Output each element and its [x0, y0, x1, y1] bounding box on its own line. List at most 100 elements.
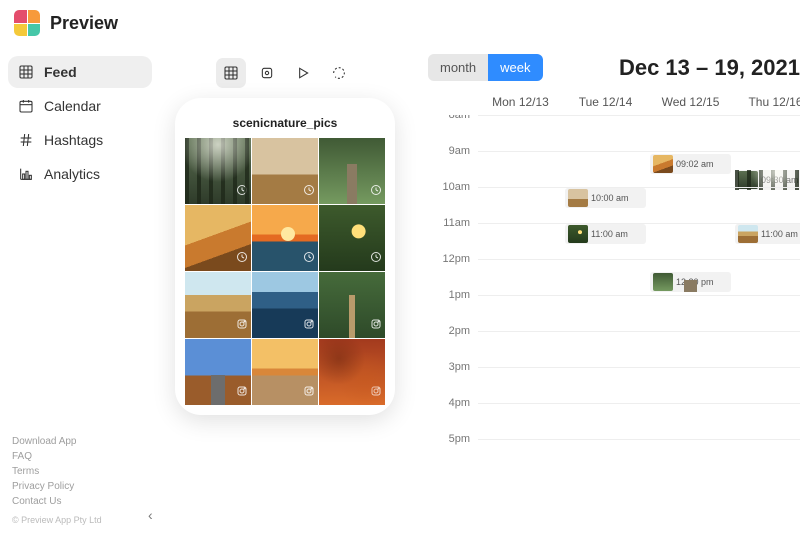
event-time: 10:00 am [591, 193, 629, 203]
day-header: Wed 12/15 [648, 95, 733, 109]
calendar-cell[interactable] [563, 439, 648, 475]
calendar-cell[interactable] [478, 115, 563, 151]
day-header: Tue 12/14 [563, 95, 648, 109]
calendar-cell[interactable] [478, 151, 563, 187]
calendar-cell[interactable]: 11:00 am [563, 223, 648, 259]
calendar-cell[interactable] [478, 439, 563, 475]
feed-tile[interactable] [185, 205, 251, 271]
feed-tile[interactable] [319, 205, 385, 271]
calendar-cell[interactable] [648, 331, 733, 367]
hour-label: 12pm [428, 253, 478, 289]
week-button[interactable]: week [488, 54, 542, 81]
calendar-cell[interactable]: 11:00 am [733, 223, 800, 259]
calendar-cell[interactable] [563, 331, 648, 367]
sidebar-item-hashtags[interactable]: Hashtags [8, 124, 152, 156]
calendar-cell[interactable] [478, 403, 563, 439]
calendar-cell[interactable]: 09:02 am [648, 151, 733, 187]
event-time: 11:00 am [591, 229, 628, 239]
hour-label: 5pm [428, 433, 478, 469]
calendar-cell[interactable] [733, 187, 800, 223]
feed-tile[interactable] [319, 138, 385, 204]
feed-tile[interactable] [252, 339, 318, 405]
month-button[interactable]: month [428, 54, 488, 81]
feed-tile[interactable] [252, 272, 318, 338]
calendar-cell[interactable] [648, 403, 733, 439]
footer-link[interactable]: Privacy Policy [12, 479, 148, 494]
calendar-cell[interactable] [648, 223, 733, 259]
calendar-cell[interactable] [478, 259, 563, 295]
event-thumb [568, 225, 588, 243]
calendar-cell[interactable]: 10:00 am [563, 187, 648, 223]
calendar-event[interactable]: 10:00 am [565, 188, 646, 208]
feed-tile[interactable] [185, 138, 251, 204]
calendar-cell[interactable] [733, 331, 800, 367]
sidebar-item-feed[interactable]: Feed [8, 56, 152, 88]
calendar-cell[interactable] [648, 187, 733, 223]
calendar-cell[interactable] [733, 115, 800, 151]
calendar-cell[interactable] [563, 115, 648, 151]
feed-tile[interactable] [319, 272, 385, 338]
calendar-cell[interactable] [733, 439, 800, 475]
calendar-cell[interactable] [563, 403, 648, 439]
calendar-cell[interactable]: 12:20 pm [648, 259, 733, 295]
instagram-icon [370, 317, 382, 335]
profile-name: scenicnature_pics [185, 116, 385, 130]
event-time: 09:02 am [676, 159, 714, 169]
calendar-event[interactable]: 12:20 pm [650, 272, 731, 292]
hour-label: 2pm [428, 325, 478, 361]
calendar-cell[interactable] [733, 367, 800, 403]
feed-tile[interactable] [185, 339, 251, 405]
feed-tile[interactable] [252, 138, 318, 204]
calendar-event[interactable]: 11:00 am [565, 224, 646, 244]
toolbar-grid-icon[interactable] [216, 58, 246, 88]
hour-label: 9am [428, 145, 478, 181]
footer-link[interactable]: Download App [12, 434, 148, 449]
instagram-icon [236, 384, 248, 402]
calendar-cell[interactable] [648, 295, 733, 331]
calendar-cell[interactable]: 09:30 am [733, 151, 800, 187]
calendar-cell[interactable] [478, 331, 563, 367]
phone-preview: scenicnature_pics [175, 98, 395, 415]
sidebar-item-calendar[interactable]: Calendar [8, 90, 152, 122]
calendar-grid: 8am9am09:02 am09:30 am10am10:00 am11am11… [428, 115, 800, 475]
footer-link[interactable]: Terms [12, 464, 148, 479]
calendar-cell[interactable] [478, 223, 563, 259]
calendar-cell[interactable] [733, 403, 800, 439]
event-thumb [738, 225, 758, 243]
calendar-cell[interactable] [648, 439, 733, 475]
calendar-cell[interactable] [478, 367, 563, 403]
day-header: Thu 12/16 [733, 95, 800, 109]
calendar-cell[interactable] [733, 295, 800, 331]
calendar-cell[interactable] [478, 295, 563, 331]
footer-link[interactable]: FAQ [12, 449, 148, 464]
event-thumb [653, 273, 673, 291]
calendar-cell[interactable] [733, 259, 800, 295]
instagram-icon [303, 317, 315, 335]
calendar-cell[interactable] [563, 367, 648, 403]
clock-icon [236, 183, 248, 201]
hour-label: 3pm [428, 361, 478, 397]
clock-icon [303, 250, 315, 268]
instagram-icon [303, 384, 315, 402]
calendar-cell[interactable] [563, 151, 648, 187]
calendar-cell[interactable] [478, 187, 563, 223]
sidebar-collapse-icon[interactable]: ‹ [148, 507, 153, 523]
toolbar-play-icon[interactable] [288, 58, 318, 88]
calendar-cell[interactable] [648, 367, 733, 403]
calendar-cell[interactable] [563, 295, 648, 331]
feed-tile[interactable] [319, 339, 385, 405]
day-header: Mon 12/13 [478, 95, 563, 109]
calendar-cell[interactable] [563, 259, 648, 295]
feed-tile[interactable] [252, 205, 318, 271]
calendar-event[interactable]: 11:00 am [735, 224, 800, 244]
calendar-event[interactable]: 09:02 am [650, 154, 731, 174]
toolbar-refresh-icon[interactable] [324, 58, 354, 88]
feed-column: scenicnature_pics [160, 54, 410, 533]
calendar-cell[interactable] [648, 115, 733, 151]
calendar-icon [18, 98, 34, 114]
footer-links: Download AppFAQTermsPrivacy PolicyContac… [8, 434, 152, 515]
footer-link[interactable]: Contact Us [12, 494, 148, 509]
feed-tile[interactable] [185, 272, 251, 338]
sidebar-item-analytics[interactable]: Analytics [8, 158, 152, 190]
toolbar-story-icon[interactable] [252, 58, 282, 88]
